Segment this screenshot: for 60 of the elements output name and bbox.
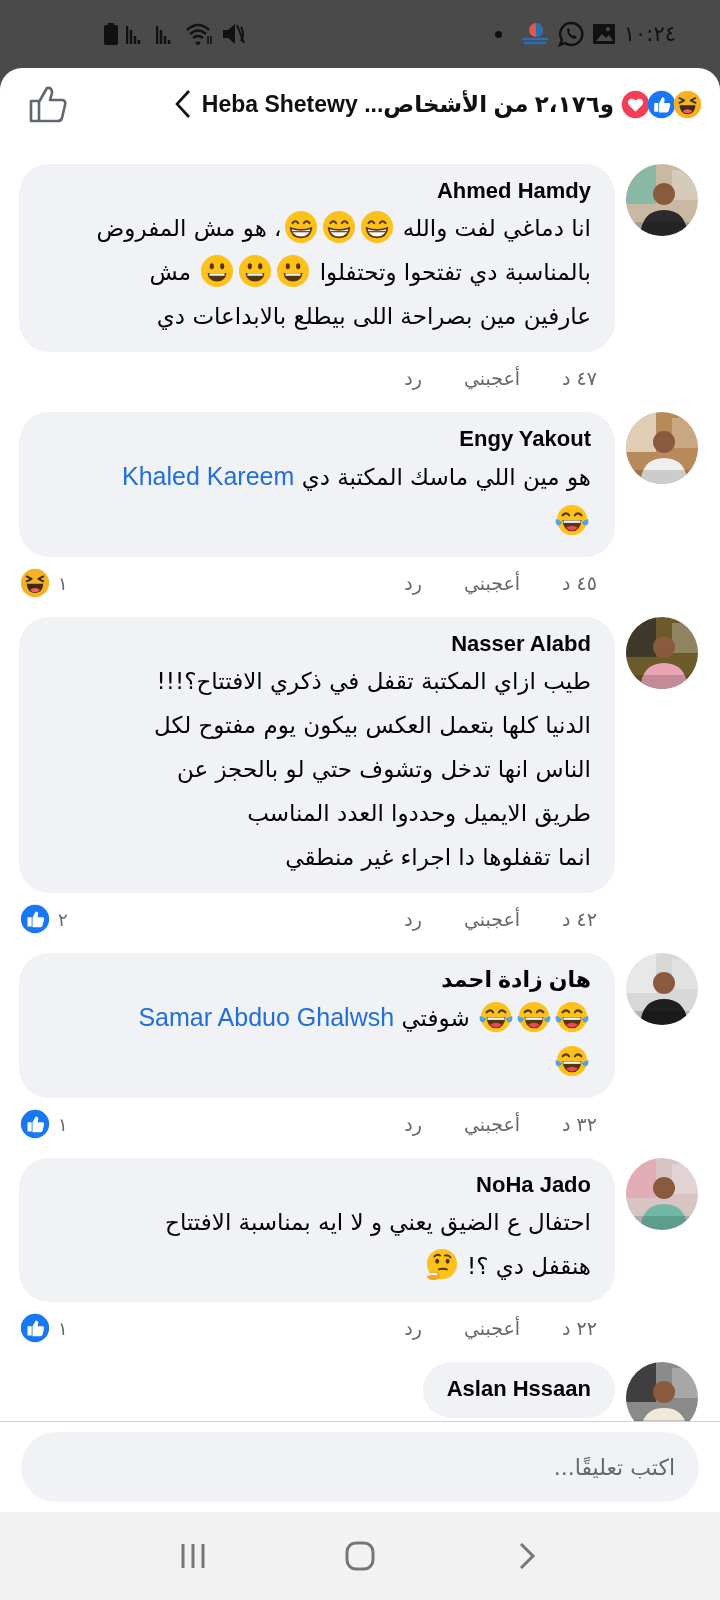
reply-link[interactable]: رد <box>404 572 422 594</box>
app-notification-icon <box>519 21 550 47</box>
smiling-face-icon <box>276 254 311 288</box>
reply-link[interactable]: رد <box>404 1113 422 1135</box>
like-icon <box>20 1313 50 1343</box>
like-link[interactable]: أعجبني <box>463 908 521 930</box>
grinning-face-icon <box>321 210 356 244</box>
like-icon <box>20 904 50 934</box>
author-name[interactable]: هان زادة احمد <box>441 965 591 995</box>
chat-icon <box>557 21 584 47</box>
mute-icon <box>222 23 246 45</box>
laughing-tears-icon <box>555 1044 589 1078</box>
laughing-face-icon <box>673 89 702 119</box>
comment-text: انا دماغي لفت والله ، هو مش المفروض بالمناسبة دي تفتحوا وتحتفلوا مش عارفين مين بصراحة اللى بيطلع بالابداعات دي <box>43 206 591 338</box>
author-name[interactable]: Engy Yakout <box>459 424 591 454</box>
reaction-count: ١ <box>58 1317 68 1339</box>
like-link[interactable]: أعجبني <box>463 1113 521 1135</box>
author-name[interactable]: Nasser Alabd <box>451 629 591 659</box>
comment-text: طيب ازاي المكتبة تقفل في ذكري الافتتاح؟!!! الدنيا كلها بتعمل العكس بيكون يوم مفتوح لكل الناس انها تدخل وتشوف حتي لو بالحجز عن طريق الايميل وحددوا العدد المناسب انما تقفلوها دا اجراء غير منطقي <box>153 667 591 873</box>
like-link[interactable]: أعجبني <box>463 1317 521 1339</box>
smiling-face-icon <box>200 254 235 288</box>
author-name[interactable]: Ahmed Hamdy <box>436 176 591 206</box>
author-name[interactable]: Aslan Hssaan <box>446 1374 591 1404</box>
comment-time: ٤٥ د <box>562 572 597 594</box>
reactions-title[interactable]: و٢،١٧٦ من الأشخاص... Heba Shetewy <box>201 90 614 118</box>
reaction-count: ٢ <box>58 908 68 930</box>
chevron-icon[interactable] <box>173 89 192 119</box>
reply-link[interactable]: رد <box>404 1317 422 1339</box>
like-outline-icon[interactable] <box>28 84 68 124</box>
image-icon <box>591 23 616 45</box>
laughing-tears-icon <box>555 1000 589 1034</box>
like-icon <box>20 1109 50 1139</box>
clock-time: ١٠:٢٤ <box>623 22 676 46</box>
notification-dot <box>494 30 502 38</box>
comment-time: ٤٢ د <box>562 908 597 930</box>
reply-link[interactable]: رد <box>404 908 422 930</box>
comment-input[interactable]: اكتب تعليقًا... <box>21 1432 699 1502</box>
reply-link[interactable]: رد <box>404 367 422 389</box>
mention-link[interactable]: Samar Abduo Ghalwsh <box>138 1003 395 1031</box>
like-link[interactable]: أعجبني <box>463 367 521 389</box>
laughing-face-icon <box>20 568 50 598</box>
reaction-count: ١ <box>58 1113 68 1135</box>
comment-text: احتفال ع الضيق يعني و لا ايه بمناسبة الافتتاح هنقفل دي ؟! <box>43 1200 591 1288</box>
wifi-icon <box>186 23 214 45</box>
smiling-face-icon <box>238 254 273 288</box>
mention-link[interactable]: Khaled Kareem <box>122 462 295 490</box>
comment-time: ٣٢ د <box>562 1113 597 1135</box>
battery-icon <box>104 23 118 45</box>
grinning-face-icon <box>359 210 394 244</box>
comment-time: ٢٢ د <box>562 1317 597 1339</box>
comment-time: ٤٧ د <box>562 367 597 389</box>
laughing-tears-icon <box>479 1000 513 1034</box>
laughing-tears-icon <box>517 1000 551 1034</box>
like-icon <box>647 89 676 119</box>
author-name[interactable]: NoHa Jado <box>476 1170 591 1200</box>
laughing-tears-icon <box>555 503 589 537</box>
grinning-face-icon <box>283 210 318 244</box>
reaction-count: ١ <box>58 572 68 594</box>
like-link[interactable]: أعجبني <box>463 572 521 594</box>
home-icon[interactable] <box>345 1541 375 1571</box>
